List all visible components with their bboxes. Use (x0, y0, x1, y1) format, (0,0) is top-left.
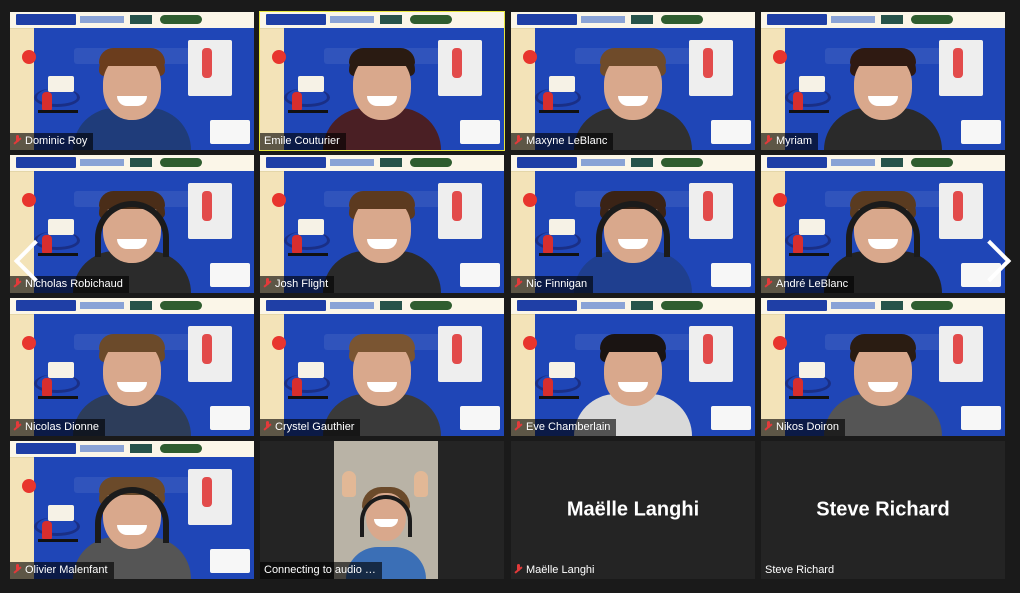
next-page-arrow-icon[interactable] (968, 238, 1012, 298)
participant-name: Nicolas Dionne (25, 421, 99, 433)
participant-tile[interactable]: Myriam (761, 12, 1005, 150)
participant-name: Maxyne LeBlanc (526, 135, 608, 147)
participant-tile[interactable]: Nicolas Dionne (10, 298, 254, 436)
participant-tile[interactable]: Emile Couturier (259, 11, 505, 151)
muted-mic-icon (14, 421, 21, 431)
muted-mic-icon (765, 278, 772, 288)
participant-video (334, 441, 438, 579)
participant-tile[interactable]: Nikos Doiron (761, 298, 1005, 436)
participant-name: Crystel Gauthier (275, 421, 355, 433)
participant-name: Olivier Malenfant (25, 564, 108, 576)
participant-name: Steve Richard (765, 564, 835, 576)
participant-name-label: Nic Finnigan (511, 276, 594, 293)
muted-mic-icon (515, 421, 522, 431)
sponsor-banner (761, 155, 1005, 172)
participant-name-label: André LeBlanc (761, 276, 855, 293)
sponsor-banner (10, 12, 254, 29)
participant-name-label: Maëlle Langhi (511, 562, 601, 579)
participant-video (323, 181, 441, 293)
loading-dots-icon: … (364, 564, 376, 576)
participant-tile[interactable]: André LeBlanc (761, 155, 1005, 293)
participant-tile-no-video[interactable]: Steve Richard Steve Richard (761, 441, 1005, 579)
sponsor-banner (761, 298, 1005, 315)
participant-name-label: Nikos Doiron (761, 419, 845, 436)
participant-name: Myriam (776, 135, 813, 147)
sponsor-banner (10, 155, 254, 172)
sponsor-banner (10, 441, 254, 458)
sponsor-banner (511, 298, 755, 315)
sponsor-banner (511, 155, 755, 172)
connecting-audio-label: Connecting to audio … (260, 562, 382, 579)
participant-display-name: Steve Richard (816, 498, 950, 521)
sponsor-banner (260, 12, 504, 29)
participant-tile[interactable]: Nicholas Robichaud (10, 155, 254, 293)
participant-tile[interactable]: Olivier Malenfant (10, 441, 254, 579)
muted-mic-icon (515, 135, 522, 145)
participant-tile[interactable]: Eve Chamberlain (511, 298, 755, 436)
participant-name: Emile Couturier (264, 135, 340, 147)
participant-name-label: Eve Chamberlain (511, 419, 617, 436)
sponsor-banner (761, 12, 1005, 29)
participant-name-label: Steve Richard (761, 562, 840, 579)
participant-name-label: Olivier Malenfant (10, 562, 114, 579)
muted-mic-icon (14, 135, 21, 145)
previous-page-arrow-icon[interactable] (10, 238, 57, 298)
participant-name-label: Maxyne LeBlanc (511, 133, 614, 150)
sponsor-banner (260, 298, 504, 315)
participant-tile[interactable]: Josh Flight (260, 155, 504, 293)
sponsor-banner (10, 298, 254, 315)
participant-display-name: Maëlle Langhi (566, 498, 700, 521)
participant-name: Maëlle Langhi (526, 564, 595, 576)
muted-mic-icon (264, 421, 271, 431)
participant-name: Josh Flight (275, 278, 329, 290)
participant-name-label: Dominic Roy (10, 133, 94, 150)
participant-tile[interactable]: Maxyne LeBlanc (511, 12, 755, 150)
participant-name-label: Crystel Gauthier (260, 419, 361, 436)
muted-mic-icon (765, 421, 772, 431)
muted-mic-icon (515, 564, 522, 574)
participant-name-label: Myriam (761, 133, 819, 150)
connecting-audio-text: Connecting to audio (264, 564, 362, 576)
participant-name: Eve Chamberlain (526, 421, 611, 433)
muted-mic-icon (14, 564, 21, 574)
participant-tile[interactable]: Crystel Gauthier (260, 298, 504, 436)
participant-name-label: Emile Couturier (260, 133, 346, 150)
participant-name-label: Nicolas Dionne (10, 419, 105, 436)
participant-tile-no-video[interactable]: Maëlle Langhi Maëlle Langhi (511, 441, 755, 579)
participant-name: Nic Finnigan (526, 278, 588, 290)
participant-name: Nicholas Robichaud (25, 278, 123, 290)
sponsor-banner (511, 12, 755, 29)
participant-tile[interactable]: Nic Finnigan (511, 155, 755, 293)
participant-name: Nikos Doiron (776, 421, 839, 433)
muted-mic-icon (264, 278, 271, 288)
participant-video (824, 38, 942, 150)
participant-tile[interactable]: Dominic Roy (10, 12, 254, 150)
participant-tile-connecting[interactable]: Connecting to audio … (260, 441, 504, 579)
participant-name: Dominic Roy (25, 135, 88, 147)
muted-mic-icon (765, 135, 772, 145)
participant-name-label: Josh Flight (260, 276, 335, 293)
muted-mic-icon (515, 278, 522, 288)
sponsor-banner (260, 155, 504, 172)
participant-name: André LeBlanc (776, 278, 849, 290)
